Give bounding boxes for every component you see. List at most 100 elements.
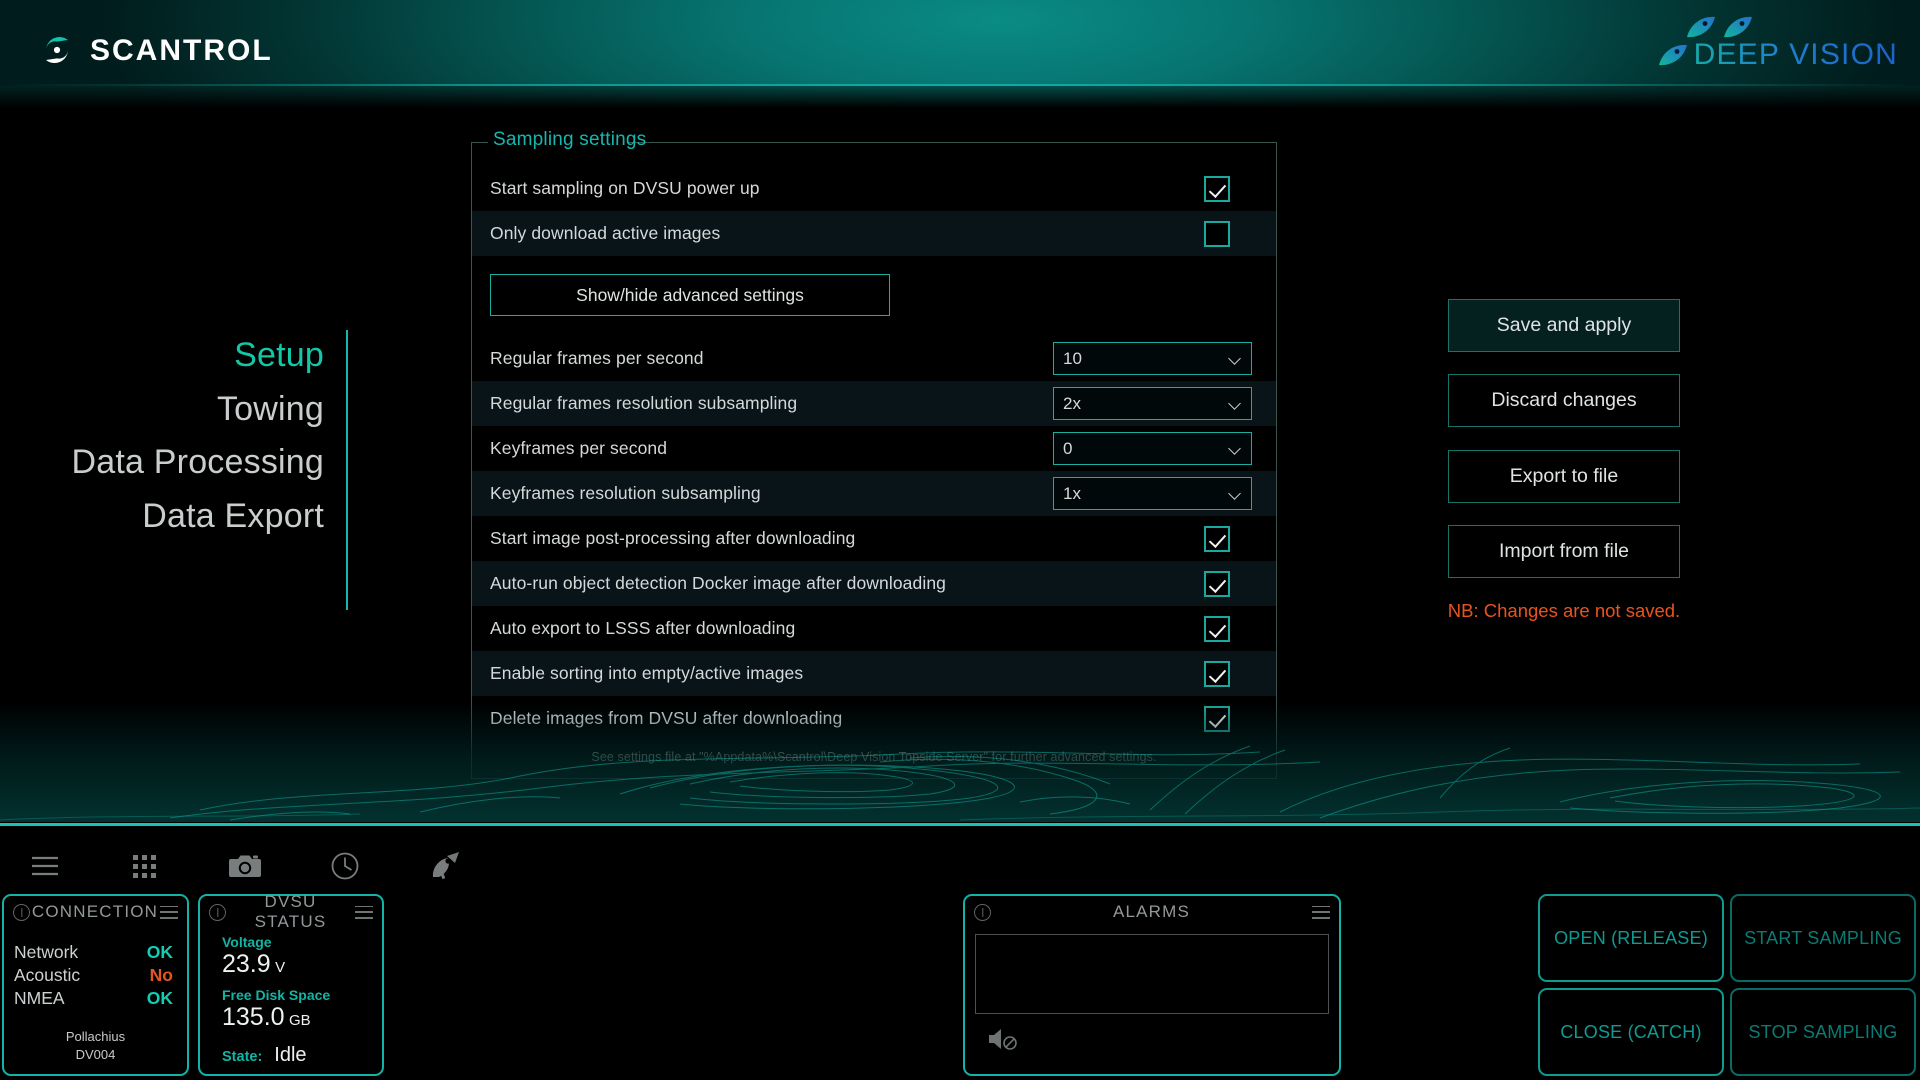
speaker-muted-icon[interactable] bbox=[987, 1026, 1021, 1052]
grid-icon[interactable] bbox=[124, 847, 166, 885]
deep-vision-fish-row-bottom: DEEP VISION bbox=[1658, 40, 1898, 70]
top-checkbox-rows: Start sampling on DVSU power up Only down… bbox=[472, 166, 1276, 256]
export-to-file-button[interactable]: Export to file bbox=[1448, 450, 1680, 503]
setting-checkbox[interactable] bbox=[1204, 220, 1230, 247]
setting-dropdown[interactable]: 1x bbox=[1053, 477, 1252, 510]
free-disk-value: 135.0 bbox=[222, 1002, 285, 1031]
stop-sampling-button[interactable]: STOP SAMPLING bbox=[1730, 988, 1916, 1076]
setting-dropdown[interactable]: 2x bbox=[1053, 387, 1252, 420]
info-icon[interactable] bbox=[13, 903, 30, 921]
vessel-name: Pollachius bbox=[65, 1029, 126, 1044]
clock-icon[interactable] bbox=[324, 847, 366, 885]
panel-menu-icon[interactable] bbox=[355, 905, 373, 919]
voltage-value: 23.9 bbox=[222, 950, 271, 978]
free-disk-label: Free Disk Space bbox=[222, 986, 331, 1003]
close-catch-button[interactable]: CLOSE (CATCH) bbox=[1538, 988, 1724, 1076]
setting-row: Regular frames resolution subsampling 2x bbox=[472, 381, 1276, 426]
setting-label: Keyframes resolution subsampling bbox=[490, 483, 761, 503]
setting-checkbox[interactable] bbox=[1204, 175, 1230, 202]
setting-row: Keyframes per second 0 bbox=[472, 426, 1276, 471]
chevron-down-icon bbox=[1228, 487, 1241, 500]
free-disk-unit: GB bbox=[289, 1011, 311, 1029]
setting-row: Only download active images bbox=[472, 211, 1276, 256]
unsaved-changes-notice: NB: Changes are not saved. bbox=[1447, 600, 1681, 621]
setting-checkbox[interactable] bbox=[1204, 660, 1230, 687]
setting-checkbox[interactable] bbox=[1204, 570, 1230, 597]
free-disk-reading: 135.0 GB bbox=[222, 1003, 382, 1032]
nav-item-setup[interactable]: Setup bbox=[234, 330, 324, 382]
dropdown-value: 0 bbox=[1063, 438, 1073, 458]
connection-panel-title: CONNECTION bbox=[31, 902, 159, 921]
show-hide-advanced-settings-button[interactable]: Show/hide advanced settings bbox=[490, 274, 890, 316]
scantrol-logo: SCANTROL bbox=[38, 31, 273, 69]
connection-row: NMEA OK bbox=[4, 988, 187, 1011]
menu-icon[interactable] bbox=[24, 847, 66, 885]
chevron-down-icon bbox=[1228, 397, 1241, 410]
connection-panel-header: CONNECTION bbox=[4, 896, 187, 928]
dropdown-value: 2x bbox=[1063, 393, 1081, 413]
dropdown-value: 1x bbox=[1063, 483, 1081, 503]
select-rows: Regular frames per second 10 Regular frame… bbox=[472, 336, 1276, 516]
connection-row: Acoustic No bbox=[4, 965, 187, 988]
sampling-settings-title: Sampling settings bbox=[493, 129, 647, 150]
deep-vision-wordmark: DEEP VISION bbox=[1693, 38, 1898, 71]
nav-item-data-export[interactable]: Data Export bbox=[142, 491, 324, 543]
save-and-apply-button[interactable]: Save and apply bbox=[1448, 299, 1680, 352]
setting-dropdown[interactable]: 10 bbox=[1053, 342, 1252, 375]
nav-item-data-processing[interactable]: Data Processing bbox=[72, 437, 324, 489]
alarms-panel: ALARMS bbox=[963, 894, 1341, 1076]
contour-lines bbox=[0, 745, 1920, 821]
start-sampling-button[interactable]: START SAMPLING bbox=[1730, 894, 1916, 982]
voltage-label: Voltage bbox=[222, 934, 272, 950]
setting-checkbox[interactable] bbox=[1204, 615, 1230, 642]
panel-menu-icon[interactable] bbox=[160, 905, 178, 919]
panel-menu-icon[interactable] bbox=[1312, 905, 1330, 919]
application-window: SCANTROL DEEP VISION Setup Towing Data P… bbox=[0, 0, 1920, 1080]
section-divider bbox=[0, 823, 1920, 826]
state-label: State: bbox=[222, 1048, 263, 1065]
setting-label: Auto-run object detection Docker image a… bbox=[490, 573, 947, 593]
group-border-left-stub bbox=[472, 142, 488, 143]
setting-checkbox[interactable] bbox=[1204, 525, 1230, 552]
seafloor-contour-graphic bbox=[0, 702, 1920, 822]
info-icon[interactable] bbox=[974, 903, 991, 921]
setting-label: Enable sorting into empty/active images bbox=[490, 663, 804, 683]
alarms-list[interactable] bbox=[975, 934, 1329, 1014]
setting-dropdown[interactable]: 0 bbox=[1053, 432, 1252, 465]
open-release-button[interactable]: OPEN (RELEASE) bbox=[1538, 894, 1724, 982]
fish-eye-icon bbox=[1723, 16, 1752, 38]
connection-name: Network bbox=[14, 942, 79, 962]
dvsu-metrics: Voltage 23.9 V Free Disk Space 135.0 GB … bbox=[200, 928, 382, 1067]
dvsu-panel-title: DVSU STATUS bbox=[254, 892, 327, 931]
fish-eye-icon bbox=[1658, 44, 1687, 66]
deep-vision-logo: DEEP VISION bbox=[1658, 16, 1898, 70]
group-border-right-stub bbox=[627, 142, 1276, 143]
vessel-info: Pollachius DV004 bbox=[4, 1028, 187, 1064]
setting-row: Auto-run object detection Docker image a… bbox=[472, 561, 1276, 606]
satellite-dish-icon[interactable] bbox=[424, 847, 466, 885]
connection-status-badge: No bbox=[149, 965, 173, 985]
discard-changes-button[interactable]: Discard changes bbox=[1448, 374, 1680, 427]
sampling-settings-group: Sampling settings Start sampling on DVSU… bbox=[471, 129, 1277, 779]
setting-row: Start image post-processing after downlo… bbox=[472, 516, 1276, 561]
setting-label: Keyframes per second bbox=[490, 438, 668, 458]
connection-name: NMEA bbox=[14, 988, 65, 1008]
dvsu-panel-header: DVSU STATUS bbox=[200, 892, 382, 931]
setting-label: Auto export to LSSS after downloading bbox=[490, 618, 796, 638]
connection-name: Acoustic bbox=[14, 965, 81, 985]
dvsu-state-row: State: Idle bbox=[222, 1044, 382, 1067]
connection-panel: CONNECTION Network OK Acoustic No NMEA OK Pol… bbox=[2, 894, 189, 1076]
camera-icon[interactable] bbox=[224, 847, 266, 885]
setting-row: Auto export to LSSS after downloading bbox=[472, 606, 1276, 651]
nav-item-towing[interactable]: Towing bbox=[217, 384, 324, 436]
header-fade bbox=[0, 86, 1920, 108]
import-from-file-button[interactable]: Import from file bbox=[1448, 525, 1680, 578]
app-header: SCANTROL DEEP VISION bbox=[0, 0, 1920, 108]
vessel-control-buttons: OPEN (RELEASE) START SAMPLING CLOSE (CATCH… bbox=[1538, 894, 1916, 1076]
connection-row: Network OK bbox=[4, 942, 187, 965]
setting-label: Regular frames per second bbox=[490, 348, 704, 368]
setting-label: Only download active images bbox=[490, 223, 721, 243]
info-icon[interactable] bbox=[209, 903, 226, 921]
voltage-unit: V bbox=[275, 959, 286, 976]
connection-status-list: Network OK Acoustic No NMEA OK bbox=[4, 928, 187, 1011]
